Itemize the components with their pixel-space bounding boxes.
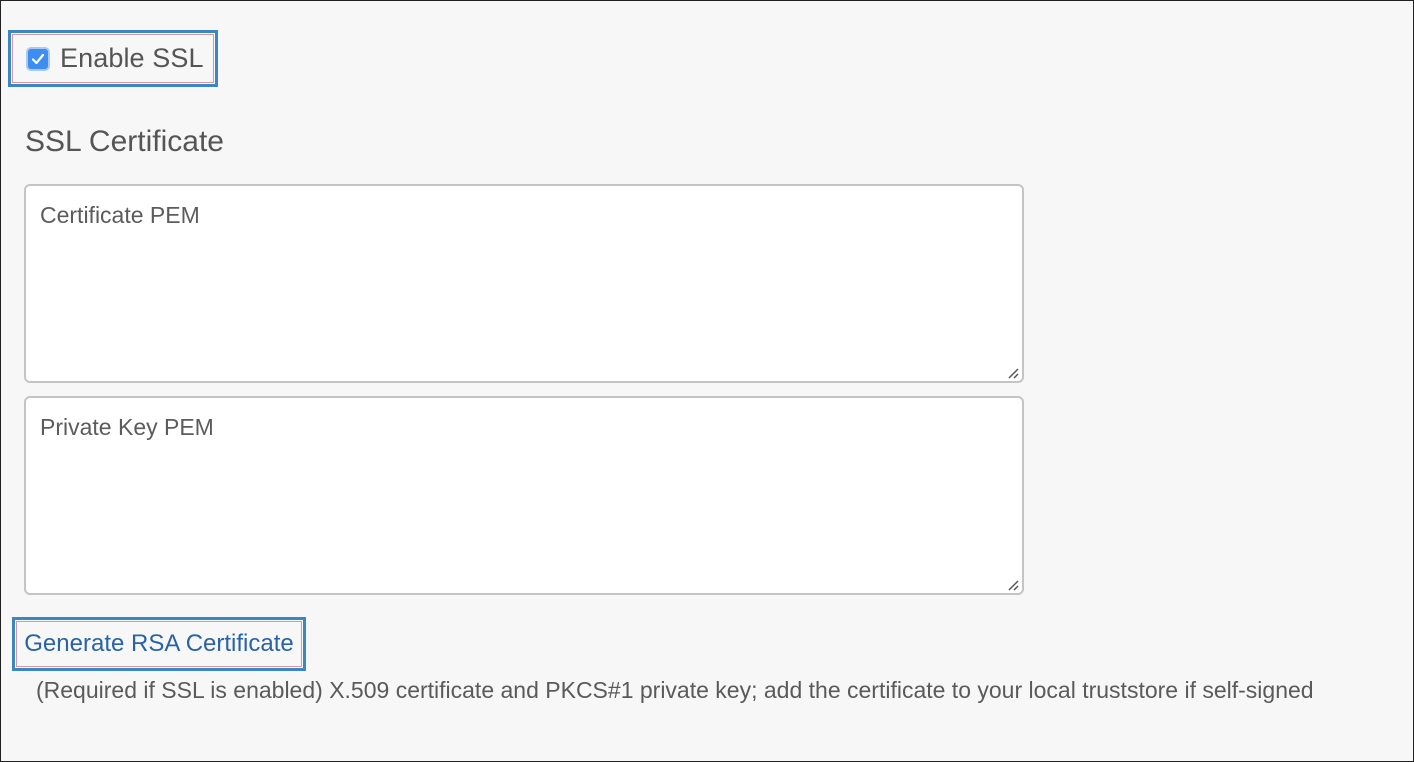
enable-ssl-row[interactable]: Enable SSL — [12, 34, 214, 83]
resize-grip-icon[interactable] — [1007, 579, 1019, 591]
enable-ssl-checkbox[interactable]: Enable SSL — [8, 30, 218, 87]
generate-rsa-certificate-inner[interactable]: Generate RSA Certificate — [16, 621, 302, 667]
ssl-certificate-heading: SSL Certificate — [25, 125, 224, 158]
private-key-pem-field[interactable] — [24, 396, 1024, 595]
enable-ssl-label[interactable]: Enable SSL — [60, 45, 204, 72]
ssl-checkbox-box[interactable] — [26, 46, 50, 71]
certificate-pem-field[interactable] — [24, 184, 1024, 383]
ssl-settings-panel: Enable SSL SSL Certificate Generate RSA … — [0, 0, 1414, 762]
generate-rsa-certificate-link[interactable]: Generate RSA Certificate — [24, 632, 293, 656]
resize-grip-icon[interactable] — [1007, 367, 1019, 379]
certificate-help-text: (Required if SSL is enabled) X.509 certi… — [36, 677, 1314, 703]
checkmark-icon — [31, 53, 45, 64]
generate-rsa-certificate-button[interactable]: Generate RSA Certificate — [12, 617, 306, 671]
